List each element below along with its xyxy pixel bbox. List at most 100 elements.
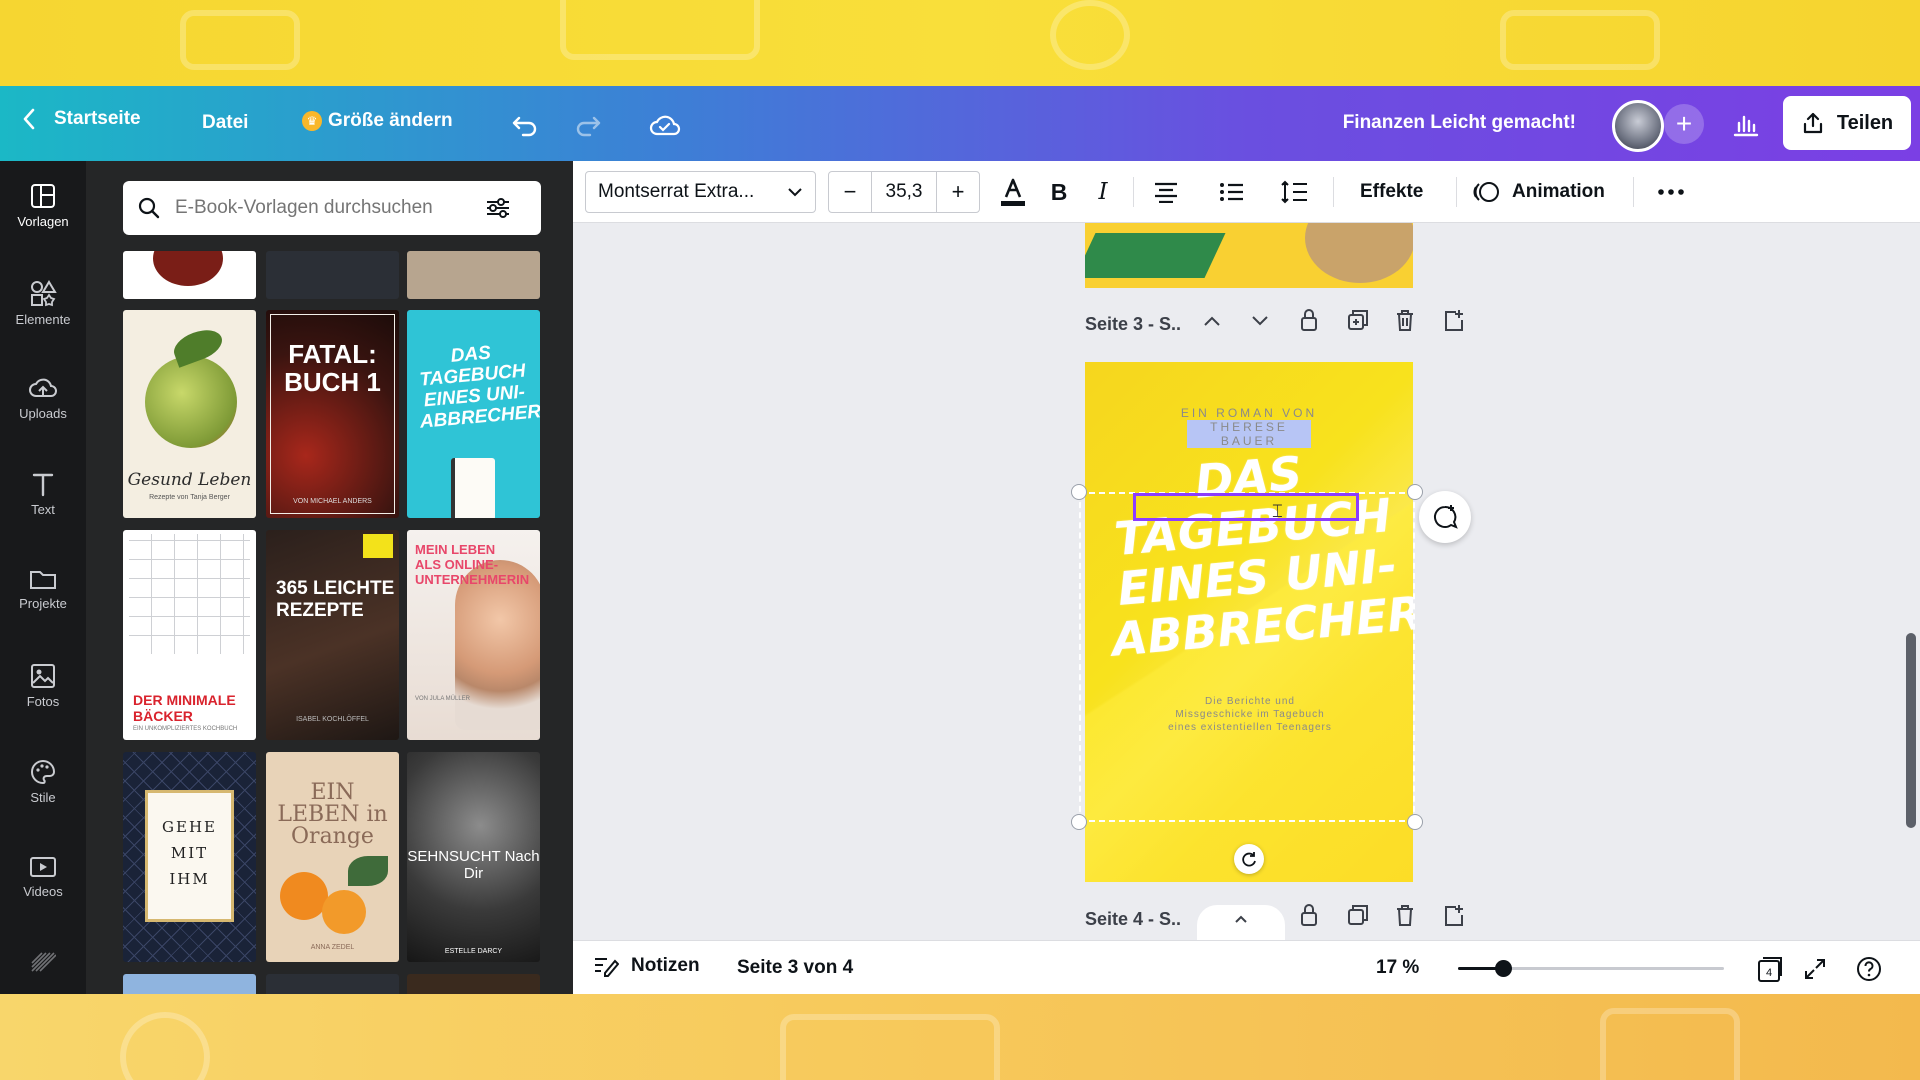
text-selection-box[interactable] [1133,493,1359,521]
home-button[interactable]: Startseite [22,108,141,130]
design-canvas[interactable]: Seite 3 - S.. EIN ROMAN VON THERESE BAUE… [573,223,1920,940]
template-gehe-mit-ihm[interactable]: GEHE MIT IHM [123,752,256,962]
sidebar-item-videos[interactable]: Videos [0,855,86,899]
lock-page-button[interactable] [1299,308,1319,337]
filter-icon[interactable] [485,196,511,220]
template-thumbnail[interactable] [407,974,540,994]
italic-button[interactable]: I [1087,176,1119,208]
lock-page-button[interactable] [1299,903,1319,932]
resize-button[interactable]: ♛ Größe ändern [302,110,453,132]
redo-button[interactable] [571,108,605,142]
template-fatal-buch[interactable]: FATAL: BUCH 1 VON MICHAEL ANDERS [266,310,399,518]
notes-button[interactable]: Notizen [593,955,700,977]
resize-handle-bottom-right[interactable] [1407,814,1423,830]
zoom-percentage[interactable]: 17 % [1376,957,1419,979]
fullscreen-button[interactable] [1799,953,1831,985]
template-thumbnail[interactable] [266,251,399,299]
sidebar-more-pattern[interactable] [0,951,86,978]
share-button[interactable]: Teilen [1783,96,1911,150]
align-center-button[interactable] [1149,176,1183,208]
cover-author-line-1[interactable]: EIN ROMAN VON [1085,406,1413,420]
resize-handle-top-right[interactable] [1407,484,1423,500]
increase-font-size-button[interactable]: + [937,172,979,212]
template-sehnsucht[interactable]: SEHNSUCHT Nach Dir ESTELLE DARCY [407,752,540,962]
duplicate-page-button[interactable] [1347,309,1369,336]
template-tagebuch[interactable]: DAS TAGEBUCH EINES UNI-ABBRECHERS [407,310,540,518]
scroll-to-top-tab[interactable] [1197,905,1285,940]
sidebar-item-templates[interactable]: Vorlagen [0,175,86,245]
sidebar-item-elements[interactable]: Elemente [0,279,86,327]
spacing-button[interactable] [1278,176,1312,208]
animation-icon-button[interactable] [1471,176,1503,208]
resize-handle-top-left[interactable] [1071,484,1087,500]
avatar[interactable] [1612,100,1664,152]
bold-button[interactable]: B [1043,176,1075,208]
zoom-slider-knob[interactable] [1495,960,1512,977]
template-leben-in-orange[interactable]: EIN LEBEN in Orange ANNA ZEDEL [266,752,399,962]
cloud-save-status[interactable] [648,108,682,142]
add-page-button[interactable] [1443,903,1465,932]
font-size-value[interactable]: 35,3 [871,172,937,212]
template-thumbnail[interactable] [123,251,256,299]
vertical-scrollbar[interactable] [1906,633,1916,828]
insights-button[interactable] [1729,107,1763,141]
sidebar-item-uploads[interactable]: Uploads [0,375,86,421]
template-365-rezepte[interactable]: 365 LEICHTE REZEPTE ISABEL KOCHLÖFFEL [266,530,399,740]
resize-handle-bottom-left[interactable] [1071,814,1087,830]
template-title: 365 LEICHTE REZEPTE [276,578,395,621]
bag-illustration [1305,223,1413,283]
bullet-list-button[interactable] [1215,176,1249,208]
template-title: DAS TAGEBUCH EINES UNI-ABBRECHERS [418,342,540,433]
template-thumbnail[interactable] [266,974,399,994]
page-2-preview[interactable] [1085,223,1413,288]
sidebar-item-text[interactable]: Text [0,471,86,517]
help-button[interactable] [1853,953,1885,985]
template-subtitle: VON JULA MÜLLER [415,696,471,702]
decrease-font-size-button[interactable]: − [829,172,871,212]
bar-chart-icon [1733,115,1759,137]
cover-author-line-2[interactable]: THERESE BAUER [1187,420,1311,448]
text-icon [32,473,54,497]
add-collaborator-button[interactable]: + [1664,104,1704,144]
design-title[interactable]: Finanzen Leicht gemacht! [1343,112,1576,134]
page-count-badge: 4 [1766,967,1772,979]
duplicate-page-button[interactable] [1347,904,1369,931]
file-menu-button[interactable]: Datei [202,112,248,134]
folder-icon [30,571,56,589]
undo-button[interactable] [508,108,542,142]
font-family-dropdown[interactable]: Montserrat Extra... [585,171,816,213]
sidebar-item-styles[interactable]: Stile [0,759,86,805]
chevron-left-icon [23,108,35,130]
group-selection-box[interactable] [1079,492,1415,822]
search-input[interactable] [175,197,485,219]
more-options-button[interactable] [1653,176,1689,208]
animation-button[interactable]: Animation [1512,181,1605,203]
add-comment-button[interactable] [1419,491,1471,543]
template-online-unternehmerin[interactable]: MEIN LEBEN ALS ONLINE-UNTERNEHMERIN VON … [407,530,540,740]
rotate-handle[interactable] [1234,844,1264,874]
page-3-label[interactable]: Seite 3 - S.. [1085,314,1181,335]
effects-button[interactable]: Effekte [1360,181,1423,203]
template-minimale-baecker[interactable]: DER MINIMALE BÄCKER EIN UNKOMPLIZIERTES … [123,530,256,740]
text-cursor-icon: ⌶ [1272,501,1283,521]
text-color-button[interactable] [997,176,1029,208]
template-subtitle: ESTELLE DARCY [444,948,503,955]
template-thumbnail[interactable] [407,251,540,299]
sidebar-item-projects[interactable]: Projekte [0,567,86,611]
template-title: Gesund Leben [127,470,252,490]
delete-page-button[interactable] [1395,903,1415,932]
page-grid-button[interactable]: 4 [1754,953,1786,985]
sidebar-item-photos[interactable]: Fotos [0,663,86,709]
add-page-button[interactable] [1443,308,1465,337]
template-title: MEIN LEBEN ALS ONLINE-UNTERNEHMERIN [415,542,530,587]
move-page-up-button[interactable] [1203,314,1221,332]
template-gesund-leben[interactable]: Gesund Leben Rezepte von Tanja Berger [123,310,256,518]
chevron-up-icon [1235,915,1247,923]
move-page-down-button[interactable] [1251,314,1269,332]
side-navigation: Vorlagen Elemente Uploads Text Projekte … [0,161,86,994]
template-search-bar[interactable] [123,181,541,235]
delete-page-button[interactable] [1395,308,1415,337]
template-thumbnail[interactable] [123,974,256,994]
zoom-slider[interactable] [1458,960,1724,977]
page-4-label[interactable]: Seite 4 - S.. [1085,909,1181,930]
